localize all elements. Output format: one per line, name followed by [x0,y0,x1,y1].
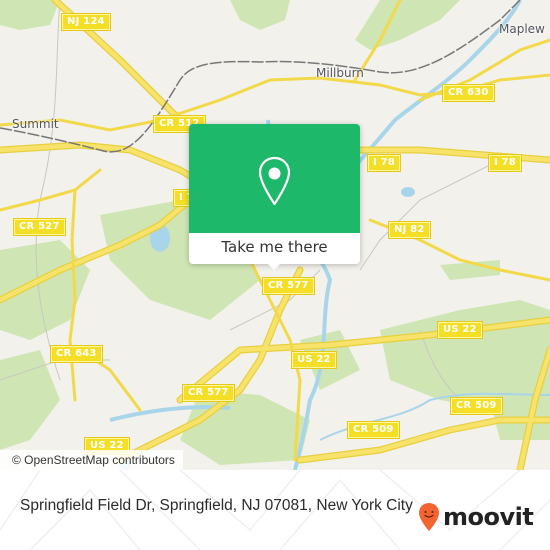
park-area [230,0,290,30]
address-text: Springfield Field Dr, Springfield, NJ 07… [20,497,413,514]
map[interactable]: Summit Millburn Maplew NJ 124 CR 512 CR … [0,0,550,470]
popup-pointer [266,262,282,270]
footer: Springfield Field Dr, Springfield, NJ 07… [0,470,550,550]
road-shield-i78: I 78 [367,154,401,172]
road-shield-cr577: CR 577 [262,277,315,295]
road-shield-us22: US 22 [437,321,483,339]
place-label-millburn: Millburn [316,66,364,80]
lake [401,187,415,197]
road-shield-cr577: CR 577 [182,384,235,402]
map-pin-icon [258,156,291,206]
road-shield-cr527: CR 527 [13,218,66,236]
park-area [0,0,60,30]
moovit-pin-icon [419,503,439,531]
road [0,73,550,132]
park-area [0,350,60,450]
road-shield-nj124: NJ 124 [61,13,111,31]
popup-header [189,124,360,233]
moovit-wordmark: moovit [443,503,534,531]
road-shield-cr643: CR 643 [50,345,103,363]
park-area [355,0,460,50]
place-label-summit: Summit [12,117,59,131]
road [0,168,102,212]
place-label-maplewood: Maplew [499,22,545,36]
map-attribution[interactable]: © OpenStreetMap contributors [0,450,183,470]
moovit-logo[interactable]: moovit [418,500,534,534]
road-shield-cr509: CR 509 [450,397,503,415]
location-popup: Take me there [189,124,360,270]
road-shield-i78: I 78 [488,154,522,172]
road-shield-us22: US 22 [291,351,337,369]
take-me-there-button[interactable]: Take me there [189,233,360,264]
road-shield-cr509: CR 509 [347,421,400,439]
road-shield-cr630: CR 630 [442,84,495,102]
park-area [180,390,310,465]
road-shield-nj82: NJ 82 [388,221,431,239]
